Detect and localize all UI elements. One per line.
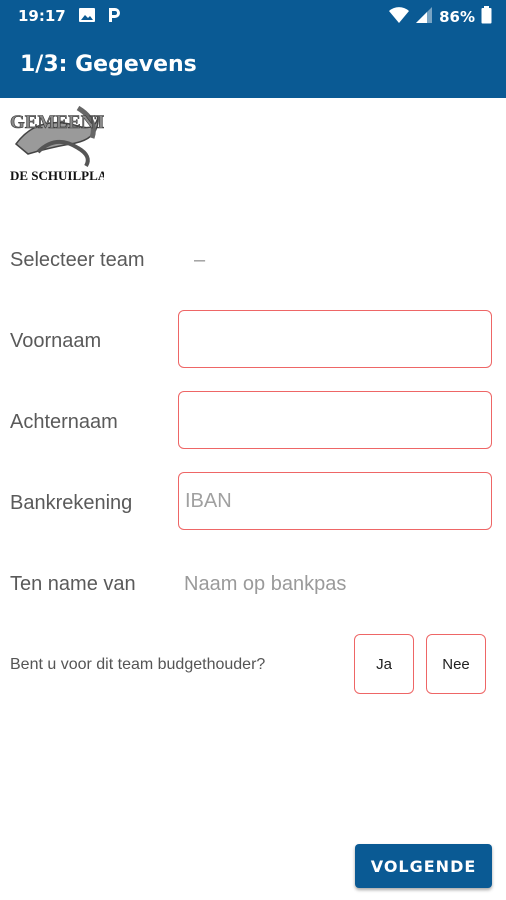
svg-text:GEMEENTE: GEMEENTE bbox=[10, 112, 104, 133]
status-bar: 19:17 86% bbox=[0, 0, 506, 32]
first-name-input[interactable] bbox=[179, 311, 491, 367]
team-label: Selecteer team bbox=[10, 249, 145, 271]
app-bar: 1/3: Gegevens bbox=[0, 32, 506, 98]
bank-label: Bankrekening bbox=[10, 492, 133, 514]
holder-input[interactable]: Naam op bankpas bbox=[184, 573, 346, 596]
signal-icon bbox=[415, 6, 433, 28]
page-title: 1/3: Gegevens bbox=[20, 52, 197, 77]
first-name-field-box bbox=[178, 310, 492, 368]
budget-holder-question: Bent u voor dit team budgethouder? bbox=[10, 656, 266, 673]
battery-percent: 86% bbox=[439, 8, 475, 26]
wifi-icon bbox=[389, 6, 410, 28]
iban-input[interactable] bbox=[179, 473, 491, 529]
holder-label: Ten name van bbox=[10, 573, 136, 595]
municipality-logo: GEMEENTE DE SCHUILPLAATS bbox=[8, 104, 131, 188]
first-name-label: Voornaam bbox=[10, 330, 102, 352]
svg-text:DE SCHUILPLAATS: DE SCHUILPLAATS bbox=[10, 168, 104, 183]
last-name-field-box bbox=[178, 391, 492, 449]
next-button[interactable]: VOLGENDE bbox=[355, 844, 492, 888]
status-time: 19:17 bbox=[18, 7, 66, 25]
bank-field-box bbox=[178, 472, 492, 530]
team-select[interactable]: – bbox=[194, 249, 205, 272]
no-button[interactable]: Nee bbox=[426, 634, 486, 694]
battery-icon bbox=[481, 6, 492, 28]
yes-button[interactable]: Ja bbox=[354, 634, 414, 694]
image-icon bbox=[78, 6, 96, 28]
last-name-label: Achternaam bbox=[10, 411, 118, 433]
parking-icon bbox=[106, 6, 122, 28]
last-name-input[interactable] bbox=[179, 392, 491, 448]
